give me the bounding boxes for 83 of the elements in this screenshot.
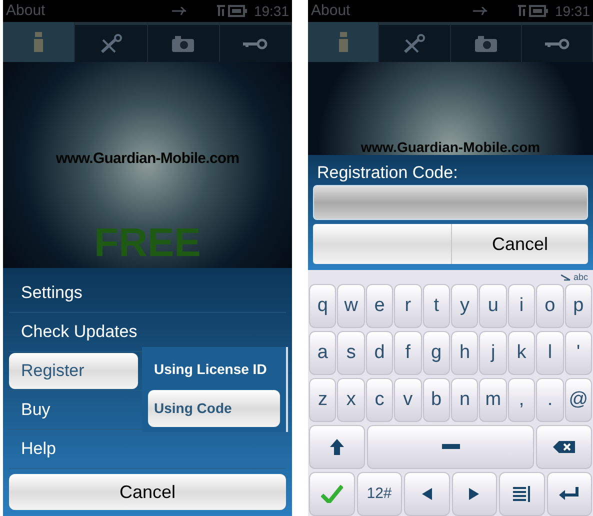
tab[interactable] — [75, 22, 148, 62]
key[interactable]: j — [479, 331, 507, 375]
key[interactable]: d — [366, 331, 394, 375]
key[interactable]: w — [337, 284, 365, 328]
camera-icon — [171, 34, 196, 52]
key[interactable]: g — [422, 331, 450, 375]
key[interactable]: m — [479, 378, 507, 422]
key[interactable]: t — [422, 284, 450, 328]
enter-key[interactable] — [546, 472, 592, 516]
tab[interactable] — [148, 22, 220, 62]
key[interactable]: . — [536, 378, 564, 422]
code-input-field[interactable] — [313, 185, 588, 220]
screen-title: About — [6, 0, 46, 21]
clock-time: 19:31 — [254, 2, 289, 20]
key[interactable]: p — [564, 284, 592, 328]
tab[interactable] — [308, 22, 380, 62]
tools-icon — [403, 34, 426, 54]
submenu-item[interactable]: Using Code — [148, 390, 280, 427]
key[interactable]: n — [451, 378, 478, 422]
enter-icon — [559, 487, 580, 501]
menu-item[interactable]: Settings — [9, 275, 138, 311]
input-mode: abc — [573, 272, 588, 282]
menu-item[interactable]: Buy — [9, 392, 138, 428]
space-icon — [440, 444, 460, 450]
left-key[interactable] — [404, 472, 450, 516]
website-address: www.Guardian-Mobile.com — [360, 139, 540, 155]
key[interactable]: @ — [564, 378, 592, 422]
key[interactable]: u — [479, 284, 507, 328]
key[interactable]: e — [366, 284, 394, 328]
menu-item[interactable]: Register — [9, 353, 138, 389]
battery-icon — [528, 5, 549, 17]
field-label: Registration Code: — [316, 162, 459, 184]
key[interactable]: ' — [564, 331, 592, 375]
shift-key[interactable] — [309, 425, 365, 469]
key[interactable]: i — [508, 284, 536, 328]
menu-key[interactable] — [499, 472, 544, 516]
screen-title: About — [311, 0, 350, 21]
key[interactable]: c — [366, 378, 394, 422]
key[interactable]: l — [536, 331, 564, 375]
checkmark-icon — [320, 485, 343, 503]
menu-item[interactable]: Help — [9, 431, 138, 467]
cancel-button[interactable]: Cancel — [9, 474, 286, 510]
camera-icon — [474, 34, 498, 52]
usb-icon — [172, 7, 186, 15]
key[interactable]: x — [337, 378, 365, 422]
signal-icon — [516, 5, 529, 17]
up-arrow-icon — [330, 439, 344, 455]
menu-item[interactable]: Check Updates — [9, 314, 138, 350]
cancel-button[interactable]: Cancel — [452, 224, 588, 264]
menu-icon — [512, 486, 531, 502]
key[interactable]: f — [394, 331, 422, 375]
left-triangle-icon — [422, 488, 432, 500]
signal-icon — [216, 5, 228, 17]
backspace-key[interactable] — [536, 425, 592, 469]
key[interactable]: a — [309, 331, 336, 375]
tab[interactable] — [3, 22, 76, 62]
key[interactable]: k — [508, 331, 536, 375]
clock-time: 19:31 — [554, 2, 590, 20]
key[interactable]: s — [337, 331, 365, 375]
key[interactable]: y — [451, 284, 478, 328]
website-address: www.Guardian-Mobile.com — [56, 149, 240, 169]
key[interactable]: o — [536, 284, 564, 328]
pen-icon — [561, 274, 572, 280]
backspace-icon — [553, 441, 575, 453]
tools-icon — [100, 34, 122, 54]
symbols-key[interactable]: 12# — [356, 472, 402, 516]
right-key[interactable] — [452, 472, 497, 516]
submenu-item[interactable]: Using License ID — [148, 351, 280, 388]
tab[interactable] — [220, 22, 292, 62]
usb-icon — [472, 7, 487, 15]
key[interactable]: z — [309, 378, 336, 422]
tab[interactable] — [450, 22, 522, 62]
key[interactable]: b — [422, 378, 450, 422]
key[interactable]: v — [394, 378, 422, 422]
key[interactable]: h — [451, 331, 478, 375]
free-label: FREE — [94, 222, 201, 262]
right-triangle-icon — [469, 488, 480, 500]
tab[interactable] — [379, 22, 450, 62]
tab[interactable] — [522, 22, 593, 62]
key[interactable]: q — [309, 284, 336, 328]
battery-icon — [228, 5, 248, 17]
key[interactable]: , — [508, 378, 536, 422]
key[interactable]: r — [394, 284, 422, 328]
